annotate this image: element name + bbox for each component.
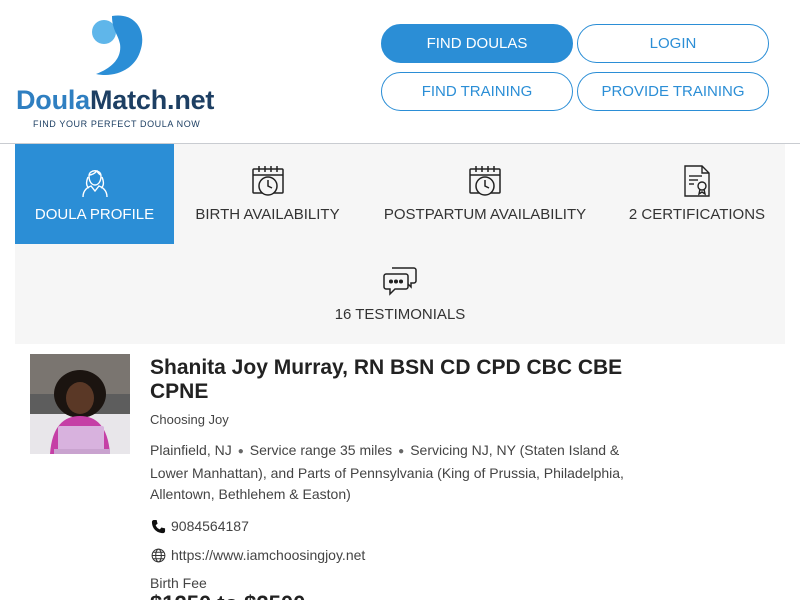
tab-label: 2 CERTIFICATIONS — [628, 206, 766, 223]
profile-tabs: DOULA PROFILE BIRTH AVAILABILITY POSTPAR — [15, 144, 785, 344]
doula-avatar — [30, 354, 130, 454]
tab-postpartum-availability[interactable]: POSTPARTUM AVAILABILITY — [361, 144, 609, 244]
separator-dot: ● — [398, 446, 405, 457]
logo-wordmark: DoulaMatch.net — [16, 85, 214, 115]
site-header: DoulaMatch.net FIND YOUR PERFECT DOULA N… — [0, 0, 800, 144]
doula-person-icon — [77, 163, 113, 199]
separator-dot: ● — [237, 446, 244, 457]
chat-bubbles-icon — [382, 263, 418, 299]
phone-icon — [150, 518, 166, 534]
calendar-clock-icon — [250, 163, 286, 199]
city: Plainfield, NJ — [150, 442, 232, 458]
tab-label: BIRTH AVAILABILITY — [195, 206, 340, 223]
tab-birth-availability[interactable]: BIRTH AVAILABILITY — [174, 144, 361, 244]
tab-label: DOULA PROFILE — [34, 206, 155, 223]
phone-row[interactable]: 9084564187 — [150, 518, 249, 534]
logo-word-match: Match.net — [90, 85, 215, 115]
doula-name: Shanita Joy Murray, RN BSN CD CPD CBC CB… — [150, 356, 623, 403]
globe-icon — [150, 547, 166, 563]
tab-label: POSTPARTUM AVAILABILITY — [383, 206, 587, 223]
logo-word-doula: Doula — [16, 85, 91, 115]
birth-fee-label: Birth Fee — [150, 575, 207, 591]
phone-number[interactable]: 9084564187 — [171, 518, 249, 534]
login-button[interactable]: LOGIN — [577, 24, 769, 63]
find-doulas-button[interactable]: FIND DOULAS — [381, 24, 573, 63]
certificate-icon — [679, 163, 715, 199]
website-link[interactable]: https://www.iamchoosingjoy.net — [171, 547, 365, 563]
business-name: Choosing Joy — [150, 412, 229, 427]
tab-doula-profile[interactable]: DOULA PROFILE — [15, 144, 174, 244]
calendar-clock-icon — [467, 163, 503, 199]
birth-fee-value: $1250 to $2500 — [150, 591, 305, 600]
logo-tagline: FIND YOUR PERFECT DOULA NOW — [33, 119, 201, 129]
find-training-button[interactable]: FIND TRAINING — [381, 72, 573, 111]
website-row[interactable]: https://www.iamchoosingjoy.net — [150, 547, 365, 563]
site-logo[interactable]: DoulaMatch.net FIND YOUR PERFECT DOULA N… — [16, 12, 221, 130]
location-info: Plainfield, NJ ● Service range 35 miles ● Se… — [150, 440, 625, 506]
provide-training-button[interactable]: PROVIDE TRAINING — [577, 72, 769, 111]
logo-mark-icon — [92, 15, 143, 76]
service-range: Service range 35 miles — [249, 442, 393, 458]
tab-label: 16 TESTIMONIALS — [334, 306, 466, 323]
tab-testimonials[interactable]: 16 TESTIMONIALS — [300, 244, 500, 344]
tab-certifications[interactable]: 2 CERTIFICATIONS — [609, 144, 785, 244]
